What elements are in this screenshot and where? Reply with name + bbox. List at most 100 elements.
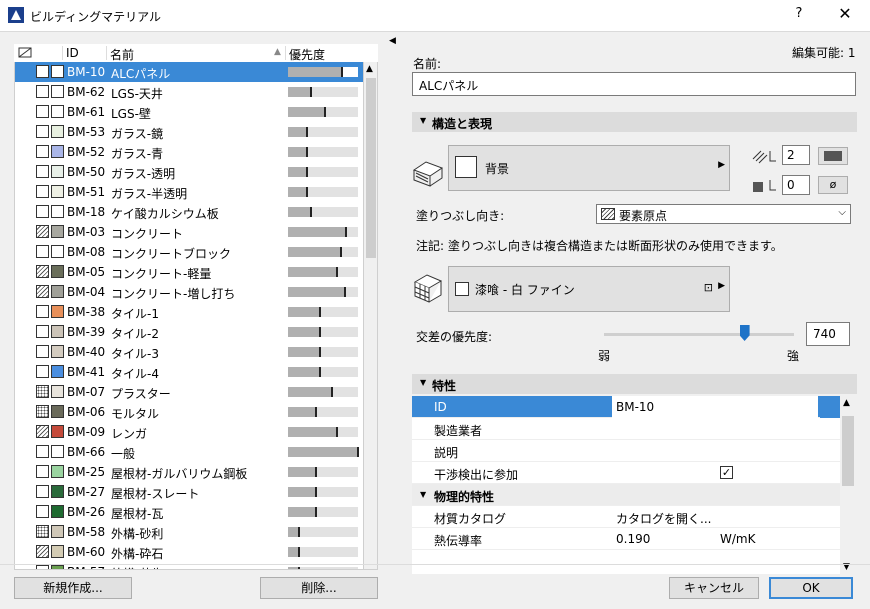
material-id: BM-03 [67, 225, 106, 239]
list-item[interactable]: BM-66 一般 [15, 442, 363, 462]
close-button[interactable]: ✕ [830, 4, 860, 26]
color-swatch [51, 545, 64, 558]
list-item[interactable]: BM-06 モルタル [15, 402, 363, 422]
color-swatch [51, 245, 64, 258]
new-button[interactable]: 新規作成... [14, 577, 132, 599]
list-item[interactable]: BM-50 ガラス-透明 [15, 162, 363, 182]
column-priority[interactable]: 優先度 [289, 46, 325, 63]
list-item[interactable]: BM-38 タイル-1 [15, 302, 363, 322]
material-name: ガラス-鏡 [111, 127, 164, 141]
material-name: 外構-砕石 [111, 547, 164, 561]
list-item[interactable]: BM-39 タイル-2 [15, 322, 363, 342]
surface-button[interactable]: 背景 ▶ [448, 145, 730, 191]
list-item[interactable]: BM-60 外構-砕石 [15, 542, 363, 562]
list-item[interactable]: BM-10 ALCパネル [15, 62, 363, 82]
column-toggle-icon[interactable] [18, 46, 32, 60]
column-id[interactable]: ID [66, 46, 79, 60]
property-table[interactable]: ID BM-10 製造業者 説明 干渉検出に参加 ✓ ▼ 物理的特性 材質カタロ… [412, 396, 840, 574]
scroll-thumb[interactable] [842, 416, 854, 486]
material-name: 外構-芝生 [111, 565, 163, 569]
column-separator[interactable] [106, 46, 107, 60]
list-item[interactable]: BM-08 コンクリートブロック [15, 242, 363, 262]
priority-bar [288, 347, 358, 357]
material-id: BM-08 [67, 245, 106, 259]
priority-bar [288, 467, 358, 477]
material-id: BM-58 [67, 525, 106, 539]
intersect-slider-track[interactable] [604, 333, 794, 336]
intersect-priority-input[interactable]: 740 [806, 322, 850, 346]
cancel-button[interactable]: キャンセル [669, 577, 759, 599]
column-separator[interactable] [62, 46, 63, 60]
list-item[interactable]: BM-27 屋根材-スレート [15, 482, 363, 502]
slider-strong-label: 強 [787, 349, 800, 363]
list-item[interactable]: BM-25 屋根材-ガルバリウム鋼板 [15, 462, 363, 482]
list-item[interactable]: BM-09 レンガ [15, 422, 363, 442]
property-row-id[interactable]: ID BM-10 [412, 396, 840, 418]
material-id: BM-41 [67, 365, 106, 379]
list-item[interactable]: BM-26 屋根材-瓦 [15, 502, 363, 522]
intersect-priority-label: 交差の優先度: [416, 330, 493, 344]
caret-right-icon: ▶ [718, 160, 725, 170]
scroll-up-icon[interactable]: ▲ [843, 398, 850, 408]
ok-button[interactable]: OK [769, 577, 853, 599]
material-button[interactable]: 漆喰 - 白 ファイン ⊡ ▶ [448, 266, 730, 312]
delete-button[interactable]: 削除... [260, 577, 378, 599]
list-item[interactable]: BM-41 タイル-4 [15, 362, 363, 382]
name-input[interactable]: ALCパネル [412, 72, 856, 96]
scroll-up-icon[interactable]: ▲ [366, 64, 373, 74]
property-row-description[interactable]: 説明 [412, 440, 840, 462]
list-item[interactable]: BM-58 外構-砂利 [15, 522, 363, 542]
material-name: タイル-4 [111, 367, 159, 381]
section-properties[interactable]: ▼ 特性 [412, 374, 857, 394]
help-button[interactable]: ? [784, 6, 814, 26]
bg-pen-button[interactable]: ø [818, 176, 848, 194]
bg-pen-input[interactable]: 0 [782, 175, 810, 195]
list-item[interactable]: BM-40 タイル-3 [15, 342, 363, 362]
list-item[interactable]: BM-51 ガラス-半透明 [15, 182, 363, 202]
pattern-swatch [36, 65, 49, 78]
list-item[interactable]: BM-52 ガラス-青 [15, 142, 363, 162]
list-header: ID 名前 ▲ 優先度 [14, 44, 378, 62]
scroll-thumb[interactable] [366, 78, 376, 258]
property-row-catalog[interactable]: 材質カタログ カタログを開く... [412, 506, 840, 528]
collision-checkbox[interactable]: ✓ [720, 466, 733, 479]
fill-orient-select[interactable]: 要素原点 ⌵ [596, 204, 851, 224]
material-name: ケイ酸カルシウム板 [111, 207, 219, 221]
property-row-manufacturer[interactable]: 製造業者 [412, 418, 840, 440]
section-structure[interactable]: ▼ 構造と表現 [412, 112, 857, 132]
list-item[interactable]: BM-07 プラスター [15, 382, 363, 402]
property-scrollbar[interactable]: ▲ ▼ [840, 396, 856, 574]
priority-bar [288, 107, 358, 117]
collapse-left-icon[interactable]: ◀ [389, 36, 396, 46]
material-name: プラスター [111, 387, 171, 401]
fill-pen-button[interactable] [818, 147, 848, 165]
list-item[interactable]: BM-18 ケイ酸カルシウム板 [15, 202, 363, 222]
list-item[interactable]: BM-05 コンクリート-軽量 [15, 262, 363, 282]
color-swatch [51, 265, 64, 278]
column-name[interactable]: 名前 [110, 46, 134, 63]
list-item[interactable]: BM-61 LGS-壁 [15, 102, 363, 122]
list-scrollbar[interactable]: ▲ [364, 62, 378, 570]
property-group-physical[interactable]: ▼ 物理的特性 [412, 484, 840, 506]
list-item[interactable]: BM-62 LGS-天井 [15, 82, 363, 102]
open-catalog-link[interactable]: カタログを開く... [616, 510, 711, 527]
panel-splitter[interactable]: ◀ [389, 32, 397, 609]
column-separator[interactable] [285, 46, 286, 60]
property-row-collision[interactable]: 干渉検出に参加 ✓ [412, 462, 840, 484]
material-list[interactable]: BM-10 ALCパネル BM-62 LGS-天井 BM-61 LGS-壁 BM-53 ガラス… [14, 62, 364, 570]
pattern-swatch [36, 485, 49, 498]
list-item[interactable]: BM-03 コンクリート [15, 222, 363, 242]
list-item[interactable]: BM-53 ガラス-鏡 [15, 122, 363, 142]
pattern-swatch [36, 565, 49, 569]
fill-orient-label: 塗りつぶし向き: [416, 209, 505, 223]
material-name: LGS-天井 [111, 87, 163, 101]
building-material-icon [413, 274, 443, 303]
property-value-cell[interactable]: BM-10 [612, 396, 818, 418]
list-item[interactable]: BM-04 コンクリート-増し打ち [15, 282, 363, 302]
pattern-swatch [36, 245, 49, 258]
dot-pattern-icon [36, 525, 49, 538]
fill-pen-input[interactable]: 2 [782, 145, 810, 165]
property-row-conductivity[interactable]: 熱伝導率 0.190 W/mK [412, 528, 840, 550]
intersect-slider-thumb[interactable] [739, 325, 750, 341]
material-name: コンクリート-軽量 [111, 267, 212, 281]
